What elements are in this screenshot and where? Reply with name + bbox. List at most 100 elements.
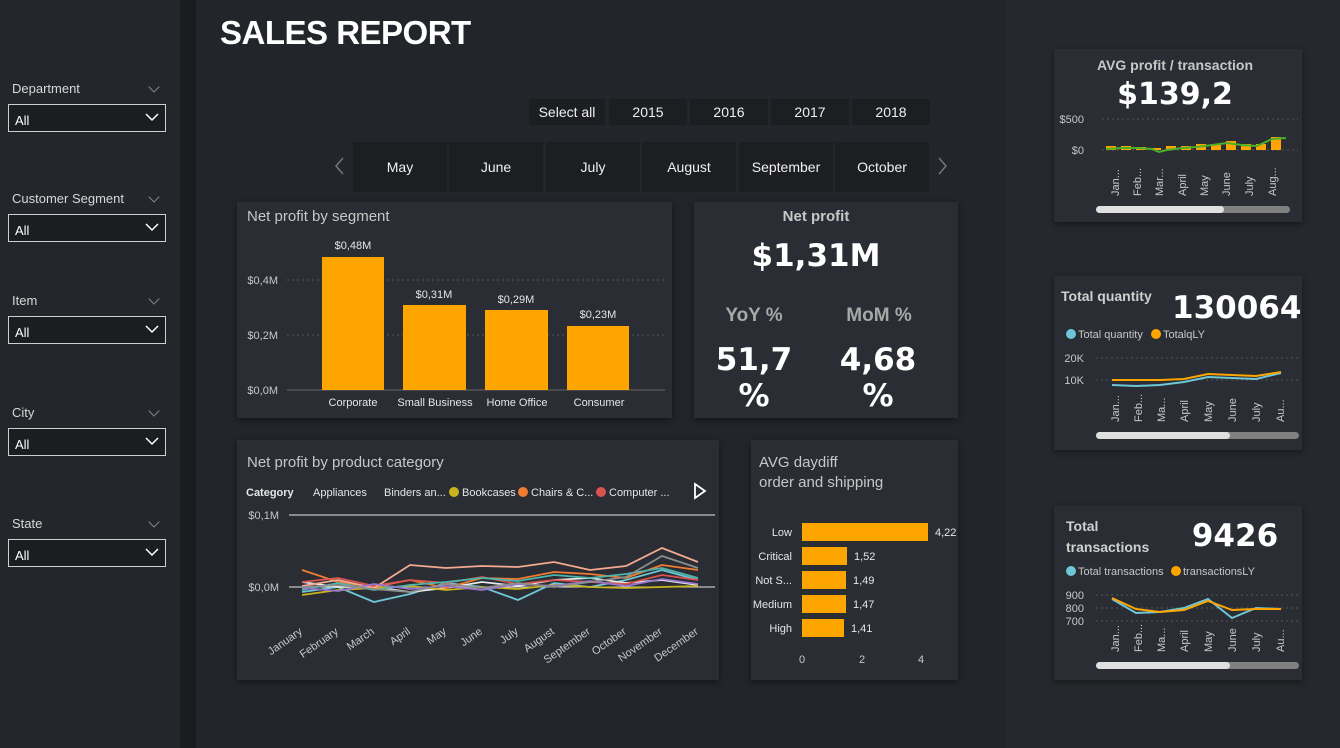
- month-october[interactable]: October: [835, 142, 929, 192]
- bar-high[interactable]: [802, 619, 844, 637]
- city-dropdown[interactable]: All: [8, 428, 166, 456]
- y-tick: 700: [1066, 616, 1084, 628]
- dropdown-value: All: [15, 113, 30, 128]
- month-june[interactable]: June: [449, 142, 543, 192]
- yoy-value: 51,7 %: [715, 342, 793, 414]
- legend-item: Total quantity: [1078, 329, 1143, 341]
- x-tick: July: [498, 625, 521, 646]
- avg-profit-card: AVG profit / transaction $139,2 $500 $0 …: [1054, 49, 1302, 222]
- month-may[interactable]: May: [353, 142, 447, 192]
- legend-marker: [449, 487, 459, 497]
- total-transactions-line-chart: Total transactions transactionsLY 900 80…: [1066, 566, 1299, 669]
- mom-value: 4,68 %: [839, 342, 917, 414]
- y-tick: $0: [1072, 145, 1084, 157]
- legend-marker: [1151, 329, 1161, 339]
- x-tick: Ma...: [1156, 398, 1168, 422]
- y-tick: Low: [772, 527, 792, 539]
- year-2017[interactable]: 2017: [771, 99, 849, 125]
- legend-item: Bookcases: [462, 487, 516, 499]
- year-2016[interactable]: 2016: [690, 99, 768, 125]
- y-tick: 900: [1066, 590, 1084, 602]
- year-select-all[interactable]: Select all: [529, 99, 605, 125]
- x-tick: June: [1227, 628, 1239, 652]
- bar-consumer[interactable]: [567, 326, 629, 390]
- state-dropdown[interactable]: All: [8, 539, 166, 567]
- dropdown-value: All: [15, 548, 30, 563]
- mom-label: MoM %: [846, 305, 912, 326]
- y-tick: Medium: [753, 599, 792, 611]
- y-tick: $500: [1060, 114, 1084, 126]
- chevron-down-icon: [145, 548, 159, 557]
- x-tick: July: [1251, 632, 1263, 652]
- segment-chart-card: Net profit by segment $0,4M $0,2M $0,0M …: [237, 202, 672, 418]
- y-tick: High: [769, 623, 792, 635]
- data-label: 1,47: [853, 599, 874, 611]
- page-title: SALES REPORT: [220, 14, 471, 51]
- x-tick: April: [388, 626, 413, 648]
- scrollbar-thumb[interactable]: [1096, 662, 1230, 669]
- month-august[interactable]: August: [642, 142, 736, 192]
- category-chart-card: Net profit by product category Category …: [237, 440, 719, 680]
- item-dropdown[interactable]: All: [8, 316, 166, 344]
- legend-item: Computer ...: [609, 487, 670, 499]
- total-quantity-line-chart: Total quantity TotalqLY 20K 10K Jan... F…: [1064, 329, 1299, 439]
- x-tick: July: [1251, 402, 1263, 422]
- bar-not-specified[interactable]: [802, 571, 846, 589]
- kpi-title: Net profit: [782, 208, 850, 225]
- x-tick: Jan...: [1110, 625, 1122, 652]
- chevron-down-icon: [145, 113, 159, 122]
- customer-segment-dropdown[interactable]: All: [8, 214, 166, 242]
- legend-item: TotalqLY: [1163, 329, 1206, 341]
- chevron-left-icon[interactable]: [333, 156, 345, 176]
- x-tick: May: [1199, 175, 1211, 196]
- filter-label: City: [12, 405, 35, 420]
- y-tick: 20K: [1064, 353, 1084, 365]
- data-label: $0,23M: [580, 309, 617, 321]
- data-label: 4,22: [935, 527, 956, 539]
- legend-marker: [518, 487, 528, 497]
- y-tick: $0,1M: [248, 510, 279, 522]
- x-tick: April: [1179, 400, 1191, 422]
- month-july[interactable]: July: [546, 142, 640, 192]
- bar-low[interactable]: [802, 523, 928, 541]
- bar-small-business[interactable]: [403, 305, 466, 390]
- data-label: $0,31M: [416, 289, 453, 301]
- bar-home-office[interactable]: [485, 310, 548, 390]
- legend-marker: [1066, 566, 1076, 576]
- data-label: $0,29M: [498, 294, 535, 306]
- x-tick: July: [1244, 176, 1256, 196]
- legend-item: Appliances: [313, 487, 367, 499]
- year-2015[interactable]: 2015: [609, 99, 687, 125]
- total-transactions-card: Total transactions 9426 Total transactio…: [1054, 506, 1302, 680]
- filter-label: Item: [12, 293, 38, 308]
- chevron-down-icon: [145, 437, 159, 446]
- bar-critical[interactable]: [802, 547, 847, 565]
- bar-corporate[interactable]: [322, 257, 384, 390]
- net-profit-card: Net profit $1,31M YoY % MoM % 51,7 % 4,6…: [694, 202, 958, 418]
- legend-item: Total transactions: [1078, 566, 1164, 578]
- y-tick: $0,0M: [247, 385, 278, 397]
- filter-label: Department: [12, 81, 80, 96]
- x-tick: May: [1203, 401, 1215, 422]
- legend-marker: [1171, 566, 1181, 576]
- x-tick: Jan...: [1110, 169, 1122, 196]
- data-label: 1,41: [851, 623, 872, 635]
- x-tick: February: [298, 625, 341, 660]
- year-2018[interactable]: 2018: [852, 99, 930, 125]
- x-tick: June: [1227, 398, 1239, 422]
- data-label: 1,49: [853, 575, 874, 587]
- y-tick: Critical: [758, 551, 792, 563]
- department-dropdown[interactable]: All: [8, 104, 166, 132]
- chevron-right-icon[interactable]: [937, 156, 949, 176]
- month-september[interactable]: September: [739, 142, 833, 192]
- dropdown-value: All: [15, 223, 30, 238]
- legend-next-icon[interactable]: [694, 482, 707, 500]
- scrollbar-thumb[interactable]: [1096, 206, 1224, 213]
- legend-marker: [596, 487, 606, 497]
- total-quantity-card: Total quantity 130064 Total quantity Tot…: [1054, 276, 1302, 450]
- x-tick: March: [345, 626, 377, 653]
- x-tick: Feb...: [1132, 168, 1144, 196]
- x-tick: May: [425, 625, 449, 647]
- bar-medium[interactable]: [802, 595, 846, 613]
- scrollbar-thumb[interactable]: [1096, 432, 1230, 439]
